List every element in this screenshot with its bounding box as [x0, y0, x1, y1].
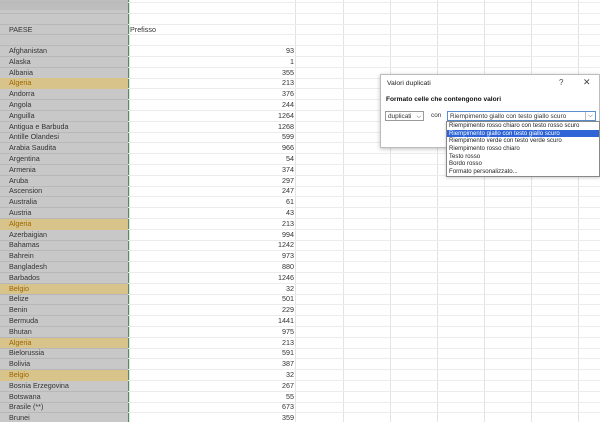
- close-icon[interactable]: ✕: [583, 77, 591, 88]
- prefix-cell[interactable]: 244: [129, 100, 294, 111]
- prefix-cell[interactable]: 32: [129, 370, 294, 381]
- gridline-horizontal: [128, 2, 600, 3]
- prefix-cell[interactable]: 43: [129, 208, 294, 219]
- country-cell[interactable]: Bosnia Erzegovina: [9, 381, 125, 392]
- prefix-cell[interactable]: 374: [129, 165, 294, 176]
- prefix-cell[interactable]: 599: [129, 132, 294, 143]
- country-cell[interactable]: Alaska: [9, 57, 125, 68]
- format-option[interactable]: Riempimento rosso chiaro con testo rosso…: [447, 122, 599, 130]
- country-cell[interactable]: Bahrein: [9, 251, 125, 262]
- format-select[interactable]: Riempimento giallo con testo giallo scur…: [447, 111, 596, 121]
- prefix-cell[interactable]: 501: [129, 294, 294, 305]
- country-cell[interactable]: Antigua e Barbuda: [9, 122, 125, 133]
- prefix-cell[interactable]: 54: [129, 154, 294, 165]
- country-cell[interactable]: Brasile (**): [9, 402, 125, 413]
- country-cell[interactable]: Botswana: [9, 392, 125, 403]
- format-option[interactable]: Riempimento rosso chiaro: [447, 145, 599, 153]
- format-select-value: Riempimento giallo con testo giallo scur…: [450, 113, 567, 120]
- prefix-cell[interactable]: 966: [129, 143, 294, 154]
- country-cell[interactable]: Algeria: [9, 219, 125, 230]
- prefix-cell[interactable]: 55: [129, 392, 294, 403]
- prefix-cell[interactable]: 1264: [129, 111, 294, 122]
- prefix-cell[interactable]: 1: [129, 57, 294, 68]
- gridline-horizontal: [0, 12, 128, 14]
- header-prefix[interactable]: Prefisso: [130, 25, 156, 36]
- country-cell[interactable]: Austria: [9, 208, 125, 219]
- country-cell[interactable]: Benin: [9, 305, 125, 316]
- prefix-cell[interactable]: 32: [129, 284, 294, 295]
- prefix-cell[interactable]: 376: [129, 89, 294, 100]
- prefix-cell[interactable]: 973: [129, 251, 294, 262]
- prefix-cell[interactable]: 297: [129, 176, 294, 187]
- prefix-cell[interactable]: 355: [129, 68, 294, 79]
- country-cell[interactable]: Ascension: [9, 186, 125, 197]
- format-option[interactable]: Bordo rosso: [447, 160, 599, 168]
- country-cell[interactable]: Argentina: [9, 154, 125, 165]
- country-cell[interactable]: Belize: [9, 294, 125, 305]
- country-cell[interactable]: Andorra: [9, 89, 125, 100]
- format-option[interactable]: Riempimento giallo con testo giallo scur…: [447, 129, 599, 138]
- dialog-title: Valori duplicati: [387, 80, 431, 87]
- country-cell[interactable]: Bhutan: [9, 327, 125, 338]
- country-cell[interactable]: Brunei: [9, 413, 125, 424]
- prefix-cell[interactable]: 229: [129, 305, 294, 316]
- duplicate-type-value: duplicati: [388, 113, 412, 120]
- country-cell[interactable]: Belgio: [9, 284, 125, 295]
- prefix-cell[interactable]: 1441: [129, 316, 294, 327]
- country-cell[interactable]: Azerbaigian: [9, 230, 125, 241]
- format-option[interactable]: Formato personalizzato...: [447, 168, 599, 176]
- chevron-down-icon[interactable]: ⌵: [585, 112, 595, 120]
- prefix-cell[interactable]: 1242: [129, 240, 294, 251]
- prefix-cell[interactable]: 213: [129, 338, 294, 349]
- spreadsheet-grid[interactable]: PAESE Prefisso Afghanistan 93 Alaska 1 Albania…: [0, 0, 600, 422]
- format-option[interactable]: Testo rosso: [447, 153, 599, 161]
- country-cell[interactable]: Belgio: [9, 370, 125, 381]
- prefix-cell[interactable]: 359: [129, 413, 294, 424]
- dialog-instruction-label: Formato celle che contengono valori: [386, 96, 502, 103]
- prefix-cell[interactable]: 975: [129, 327, 294, 338]
- prefix-cell[interactable]: 994: [129, 230, 294, 241]
- format-dropdown-list[interactable]: Riempimento rosso chiaro con testo rosso…: [446, 121, 600, 177]
- country-cell[interactable]: Anguilla: [9, 111, 125, 122]
- prefix-cell[interactable]: 1268: [129, 122, 294, 133]
- prefix-cell[interactable]: 880: [129, 262, 294, 273]
- prefix-cell[interactable]: 61: [129, 197, 294, 208]
- prefix-cell[interactable]: 267: [129, 381, 294, 392]
- country-cell[interactable]: Bolivia: [9, 359, 125, 370]
- header-country[interactable]: PAESE: [9, 25, 125, 36]
- gridline-horizontal: [128, 23, 600, 25]
- prefix-cell[interactable]: 93: [129, 46, 294, 57]
- country-cell[interactable]: Bermuda: [9, 316, 125, 327]
- country-cell[interactable]: Algeria: [9, 78, 125, 89]
- gridline-horizontal: [128, 12, 600, 14]
- country-cell[interactable]: Albania: [9, 68, 125, 79]
- duplicate-type-select[interactable]: duplicati ⌵: [385, 111, 424, 121]
- gridline-horizontal: [128, 34, 600, 36]
- prefix-cell[interactable]: 1246: [129, 273, 294, 284]
- country-cell[interactable]: Afghanistan: [9, 46, 125, 57]
- country-cell[interactable]: Armenia: [9, 165, 125, 176]
- country-cell[interactable]: Bangladesh: [9, 262, 125, 273]
- prefix-cell[interactable]: 213: [129, 78, 294, 89]
- country-cell[interactable]: Aruba: [9, 176, 125, 187]
- chevron-down-icon[interactable]: ⌵: [416, 112, 421, 122]
- con-label: con: [431, 112, 442, 119]
- country-cell[interactable]: Bielorussia: [9, 348, 125, 359]
- gridline-horizontal: [0, 2, 128, 3]
- country-cell[interactable]: Barbados: [9, 273, 125, 284]
- prefix-cell[interactable]: 387: [129, 359, 294, 370]
- prefix-cell[interactable]: 247: [129, 186, 294, 197]
- country-cell[interactable]: Bahamas: [9, 240, 125, 251]
- format-option[interactable]: Riempimento verde con testo verde scuro: [447, 137, 599, 145]
- country-cell[interactable]: Antille Olandesi: [9, 132, 125, 143]
- prefix-cell[interactable]: 213: [129, 219, 294, 230]
- country-cell[interactable]: Arabia Saudita: [9, 143, 125, 154]
- prefix-cell[interactable]: 673: [129, 402, 294, 413]
- help-icon[interactable]: ?: [559, 78, 563, 87]
- country-cell[interactable]: Angola: [9, 100, 125, 111]
- country-cell[interactable]: Australia: [9, 197, 125, 208]
- prefix-cell[interactable]: 591: [129, 348, 294, 359]
- country-cell[interactable]: Algeria: [9, 338, 125, 349]
